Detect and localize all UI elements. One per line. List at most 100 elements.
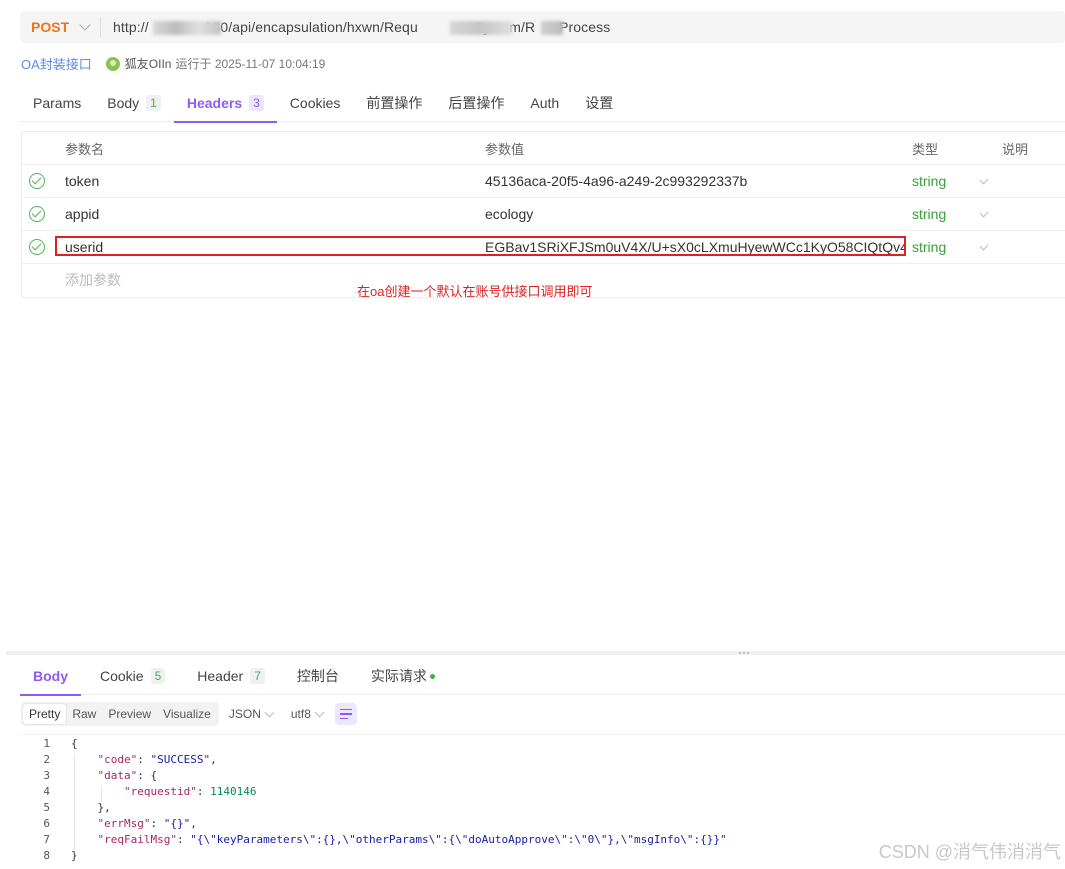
code-line: 2 "code": "SUCCESS", [43, 753, 217, 766]
tab-label: Params [33, 95, 82, 111]
requestid-value: 1140146 [210, 785, 257, 798]
tab-post-processors[interactable]: 后置操作 [435, 84, 517, 122]
tab-headers[interactable]: Headers 3 [173, 84, 277, 123]
type-dropdown[interactable] [980, 231, 1000, 263]
count-badge: 1 [146, 95, 161, 111]
view-toolbar: Pretty Raw Preview Visualize JSON utf8 [21, 702, 357, 726]
param-type[interactable]: string [912, 165, 982, 197]
table-row: token 45136aca-20f5-4a96-a249-2c99329233… [22, 165, 1065, 198]
wrap-icon [339, 717, 348, 720]
tab-body[interactable]: Body 1 [94, 84, 174, 122]
tab-params[interactable]: Params [20, 84, 94, 122]
tab-cookies[interactable]: Cookies [277, 84, 354, 122]
tab-label: Cookies [289, 95, 341, 111]
tab-label: Header [197, 668, 244, 684]
api-meta: OA封装接口 狐友OIIn 运行于 2025-11-07 10:04:19 [21, 54, 325, 73]
redacted-region [153, 21, 221, 35]
param-name[interactable]: userid [65, 231, 465, 263]
param-value[interactable]: 45136aca-20f5-4a96-a249-2c993292337b [485, 165, 905, 197]
run-timestamp: 运行于 2025-11-07 10:04:19 [175, 57, 326, 71]
watermark: CSDN @消气伟消消气 [878, 842, 1061, 862]
count-badge: 5 [150, 668, 166, 684]
tab-pre-processors[interactable]: 前置操作 [353, 84, 435, 122]
format-select[interactable]: JSON [228, 707, 275, 721]
check-circle-icon [29, 173, 45, 189]
param-name[interactable]: token [65, 165, 465, 197]
tab-label: Auth [530, 95, 560, 111]
tab-label: 实际请求 [370, 668, 427, 684]
chevron-down-icon [980, 174, 989, 184]
param-type[interactable]: string [912, 198, 982, 230]
code-line: 6 "errMsg": "{}", [43, 817, 197, 830]
wrap-icon [339, 713, 352, 715]
enabled-checkbox[interactable] [29, 231, 51, 263]
tab-settings[interactable]: 设置 [572, 84, 626, 122]
encoding-select[interactable]: utf8 [290, 707, 325, 721]
view-mode-switch: Pretty Raw Preview Visualize [21, 702, 219, 726]
tab-label: Headers [186, 95, 243, 111]
table-header-row: 参数名 参数值 类型 说明 [22, 132, 1065, 165]
code-line: 5 }, [43, 801, 111, 814]
response-tabs: Body Cookie 5 Header 7 控制台 实际请求 [20, 657, 1065, 696]
column-header-name: 参数名 [65, 141, 105, 157]
method-select[interactable]: POST [20, 11, 100, 43]
type-dropdown[interactable] [980, 198, 1000, 230]
tab-response-header[interactable]: Header 7 [184, 657, 278, 695]
view-visualize[interactable]: Visualize [157, 704, 217, 724]
column-header-value: 参数值 [485, 141, 525, 157]
chevron-down-icon [79, 19, 91, 31]
code-line: 3 "data": { [43, 769, 158, 782]
column-header-type: 类型 [912, 141, 939, 157]
tab-label: Body [107, 95, 140, 111]
tab-label: 前置操作 [366, 95, 423, 111]
code-line: 4 "requestid": 1140146 [43, 785, 257, 798]
table-row: userid EGBav1SRiXFJSm0uV4X/U+sX0cLXmuHye… [22, 231, 1065, 264]
count-badge: 3 [249, 95, 264, 111]
view-raw[interactable]: Raw [66, 704, 102, 724]
reqfailmsg-value: "{\"keyParameters\":{},\"otherParams\":{… [190, 833, 727, 846]
redacted-region [541, 21, 563, 35]
format-value: JSON [228, 707, 261, 721]
errmsg-value: "{}" [163, 817, 191, 830]
table-row: appid ecology string [22, 198, 1065, 231]
tab-auth[interactable]: Auth [517, 84, 572, 122]
tab-response-body[interactable]: Body [20, 657, 81, 696]
encoding-value: utf8 [290, 707, 311, 721]
request-tabs: Params Body 1 Headers 3 Cookies 前置操作 后置操作 … [20, 84, 1065, 123]
tab-label: 设置 [585, 95, 614, 111]
chevron-down-icon [980, 207, 989, 217]
column-header-desc: 说明 [1002, 141, 1029, 157]
word-wrap-button[interactable] [334, 703, 357, 725]
view-preview[interactable]: Preview [102, 704, 157, 724]
param-value[interactable]: ecology [485, 198, 905, 230]
method-label: POST [31, 19, 70, 35]
enabled-checkbox[interactable] [29, 198, 51, 230]
wrap-icon [339, 708, 352, 711]
tab-response-cookie[interactable]: Cookie 5 [87, 657, 178, 695]
headers-table: 参数名 参数值 类型 说明 token 45136aca-20f5-4a96-a… [21, 131, 1065, 298]
url-divider [100, 17, 101, 37]
view-pretty[interactable]: Pretty [23, 704, 67, 724]
enabled-checkbox[interactable] [29, 165, 51, 197]
tab-label: 控制台 [296, 668, 339, 684]
check-circle-icon [29, 206, 45, 222]
panel-splitter[interactable] [6, 651, 1065, 655]
type-dropdown[interactable] [980, 165, 1000, 197]
api-name-link[interactable]: OA封装接口 [21, 54, 92, 73]
url-input[interactable]: http:// 080/api/encapsulation/hxwn/Requ … [113, 19, 610, 35]
param-type[interactable]: string [912, 231, 982, 263]
run-user: 狐友OIIn [124, 57, 172, 71]
tab-label: Cookie [100, 668, 144, 684]
tab-label: Body [33, 668, 68, 684]
tab-actual-request[interactable]: 实际请求 [358, 657, 448, 695]
status-dot-icon [429, 673, 435, 679]
code-value: SUCCESS [157, 753, 204, 766]
param-name[interactable]: appid [65, 198, 465, 230]
tab-console[interactable]: 控制台 [284, 657, 352, 695]
url-bar: POST http:// 080/api/encapsulation/hxwn/… [20, 11, 1065, 43]
check-circle-icon [29, 239, 45, 255]
param-value[interactable]: EGBav1SRiXFJSm0uV4X/U+sX0cLXmuHyewWCc1Ky… [485, 231, 905, 263]
chevron-down-icon [314, 707, 325, 718]
user-avatar-icon [105, 56, 120, 71]
annotation-text: 在oa创建一个默认在账号供接口调用即可 [357, 284, 593, 299]
